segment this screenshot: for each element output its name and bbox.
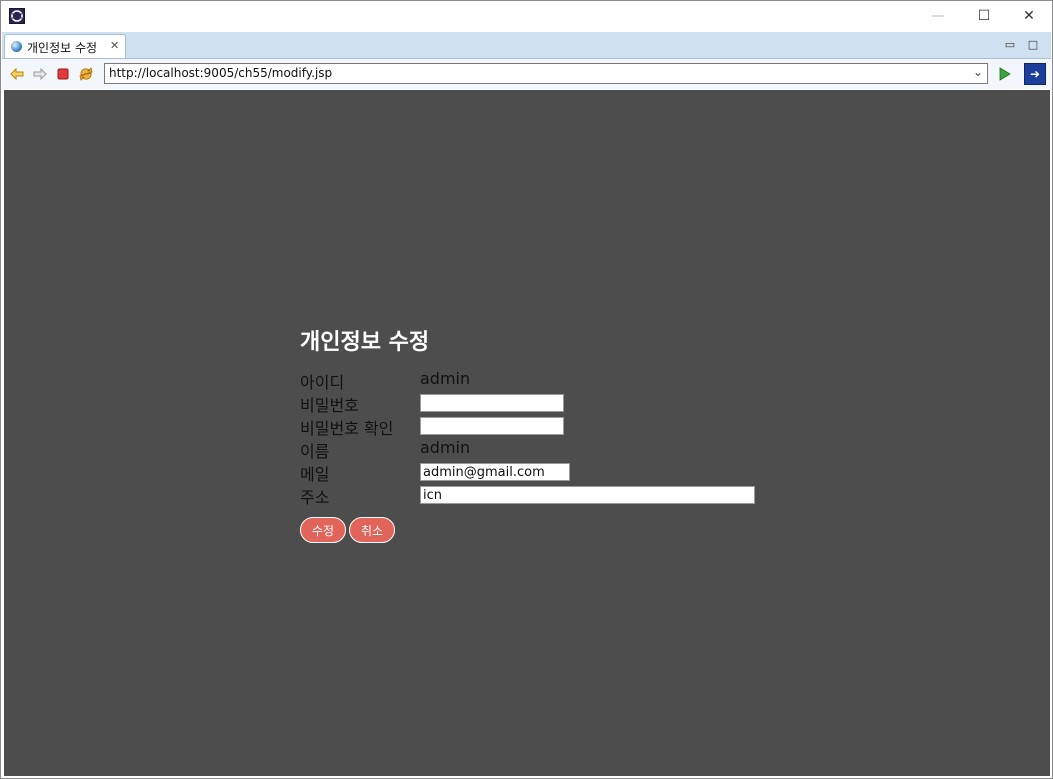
go-play-icon[interactable]: [996, 66, 1012, 82]
browser-toolbar: http://localhost:9005/ch55/modify.jsp ⌄ …: [2, 59, 1051, 89]
maximize-button[interactable]: ☐: [961, 1, 1007, 31]
name-value: admin: [420, 438, 471, 457]
email-field[interactable]: [420, 463, 570, 481]
cancel-button[interactable]: 취소: [349, 517, 395, 543]
page-content: 개인정보 수정 아이디 admin 비밀번호 비밀번호 확인 이름 admin …: [4, 90, 1050, 776]
tab-modify[interactable]: 개인정보 수정 ✕: [4, 34, 126, 58]
url-text: http://localhost:9005/ch55/modify.jsp: [109, 66, 333, 80]
close-button[interactable]: ✕: [1006, 1, 1052, 31]
external-browser-icon[interactable]: ➜: [1024, 63, 1046, 85]
id-label: 아이디: [300, 373, 345, 392]
page-title: 개인정보 수정: [300, 330, 430, 355]
address-label: 주소: [300, 488, 330, 507]
forward-arrow-icon[interactable]: [32, 66, 48, 82]
eclipse-app-icon: [9, 8, 25, 24]
id-value: admin: [420, 369, 471, 388]
stop-icon[interactable]: [55, 66, 71, 82]
password-confirm-field[interactable]: [420, 417, 564, 435]
browser-window: — ☐ ✕ 개인정보 수정 ✕ ▭ □ http://localhost:900…: [0, 0, 1053, 779]
address-field[interactable]: [420, 486, 755, 504]
password-label: 비밀번호: [300, 396, 359, 415]
refresh-icon[interactable]: [78, 66, 94, 82]
url-input[interactable]: http://localhost:9005/ch55/modify.jsp ⌄: [104, 63, 988, 84]
password-confirm-label: 비밀번호 확인: [300, 419, 394, 438]
chevron-down-icon[interactable]: ⌄: [973, 65, 983, 79]
minimize-icon: —: [931, 8, 945, 24]
tab-label: 개인정보 수정: [27, 41, 98, 55]
minimize-button[interactable]: —: [915, 1, 961, 31]
email-label: 메일: [300, 465, 330, 484]
back-arrow-icon[interactable]: [9, 66, 25, 82]
close-icon: ✕: [1023, 8, 1035, 24]
globe-icon: [11, 41, 22, 52]
password-field[interactable]: [420, 394, 564, 412]
view-minimize-icon[interactable]: ▭: [1003, 37, 1017, 51]
tab-close-icon[interactable]: ✕: [110, 39, 119, 52]
name-label: 이름: [300, 442, 330, 461]
tab-bar: 개인정보 수정 ✕ ▭ □: [2, 32, 1051, 59]
title-bar: — ☐ ✕: [1, 1, 1052, 31]
submit-button[interactable]: 수정: [300, 517, 346, 543]
maximize-icon: ☐: [977, 8, 991, 24]
view-maximize-icon[interactable]: □: [1026, 37, 1040, 51]
